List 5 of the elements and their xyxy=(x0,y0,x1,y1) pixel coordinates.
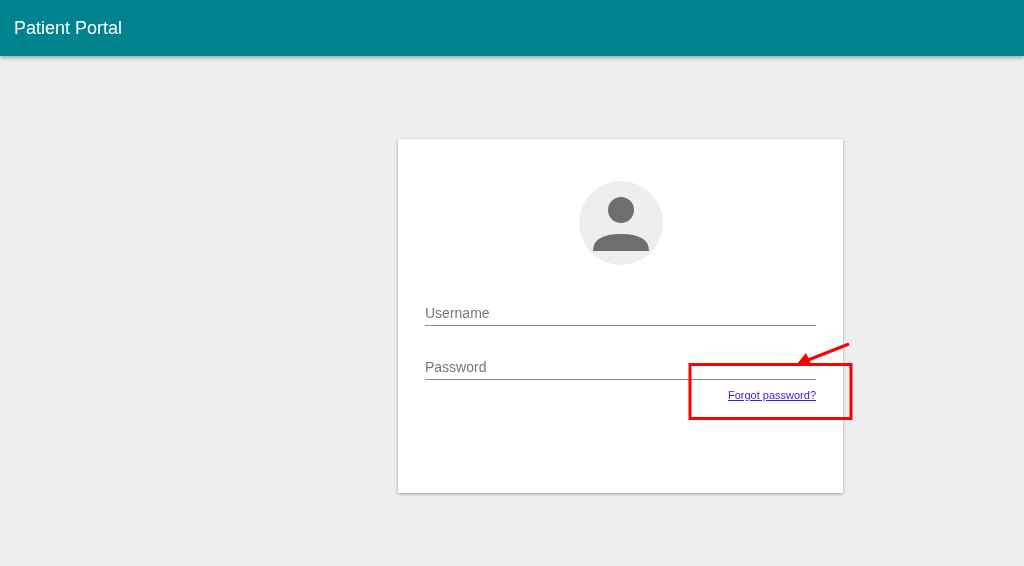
avatar-icon xyxy=(578,181,663,265)
username-field[interactable]: Username xyxy=(425,302,816,326)
arrow xyxy=(796,342,850,366)
forgot-password-link[interactable]: Forgot password? xyxy=(727,389,816,401)
app-title: Patient Portal xyxy=(13,17,123,39)
